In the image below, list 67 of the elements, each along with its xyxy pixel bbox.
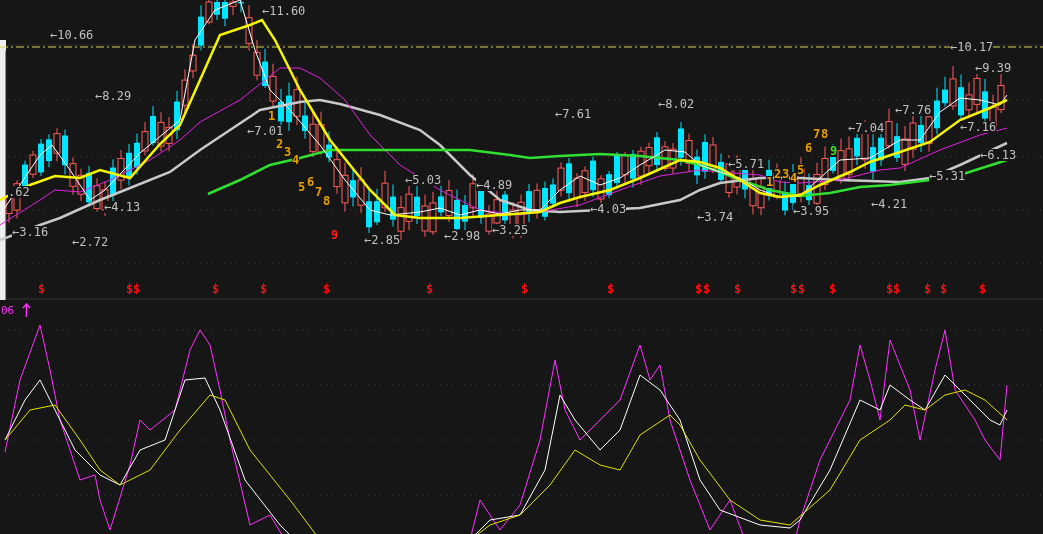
- signal-marker: $: [607, 283, 615, 295]
- price-label: ←7.76: [895, 104, 932, 116]
- price-label: ←7.04: [848, 122, 885, 134]
- signal-marker: $: [829, 283, 837, 295]
- signal-marker: $: [212, 283, 220, 295]
- sequence-number: 4: [790, 172, 798, 184]
- sequence-number: 8: [821, 128, 829, 140]
- sequence-number: 7: [813, 128, 821, 140]
- price-label: ←5.03: [405, 174, 442, 186]
- price-label: ←4.89: [476, 179, 513, 191]
- signal-marker: $: [133, 283, 141, 295]
- sequence-number: 8: [323, 195, 331, 207]
- sequence-number: 3: [284, 146, 292, 158]
- price-label: ←5.31: [929, 170, 966, 182]
- price-label: ←2.98: [444, 230, 481, 242]
- price-label: ←3.25: [492, 224, 529, 236]
- sequence-number: 7: [315, 186, 323, 198]
- price-label: ←7.61: [555, 108, 592, 120]
- sequence-number: 9: [830, 145, 838, 157]
- price-label: ←3.95: [793, 205, 830, 217]
- signal-marker: $: [426, 283, 434, 295]
- signal-marker: $: [323, 283, 331, 295]
- signal-marker: $: [703, 283, 711, 295]
- signal-marker: $: [924, 283, 932, 295]
- price-label: ←2.85: [364, 234, 401, 246]
- sequence-number: 5: [797, 164, 805, 176]
- sequence-number: 2: [276, 138, 284, 150]
- sequence-number: 1: [268, 110, 276, 122]
- price-label: ←7.16: [960, 121, 997, 133]
- price-label: ←10.66: [50, 29, 94, 41]
- sequence-number: 2: [774, 168, 782, 180]
- price-label: ←3.16: [12, 226, 49, 238]
- price-label: ←3.74: [697, 211, 734, 223]
- price-label: ←4.21: [871, 198, 908, 210]
- signal-marker: $: [38, 283, 46, 295]
- price-label: ←4.03: [590, 203, 627, 215]
- sequence-number: 9: [331, 229, 339, 241]
- signal-marker: $: [893, 283, 901, 295]
- signal-marker: $: [790, 283, 798, 295]
- up-arrow-icon: [22, 303, 31, 317]
- signal-marker: $: [260, 283, 268, 295]
- sequence-number: 6: [805, 142, 813, 154]
- sequence-number: 4: [292, 154, 300, 166]
- price-label: ←4.13: [104, 201, 141, 213]
- price-label: ←11.60: [262, 5, 306, 17]
- signal-marker: $: [886, 283, 894, 295]
- price-label: ←7.01: [247, 125, 284, 137]
- sequence-number: 3: [782, 168, 790, 180]
- price-label: ←8.29: [95, 90, 132, 102]
- price-label: ←5.71: [728, 158, 765, 170]
- price-label: ←2.72: [72, 236, 109, 248]
- indicator-label: 06: [1, 305, 15, 316]
- signal-marker: $: [979, 283, 987, 295]
- price-label: ←6.13: [980, 149, 1017, 161]
- signal-marker: $: [798, 283, 806, 295]
- price-label: ←9.39: [975, 62, 1012, 74]
- signal-marker: $: [734, 283, 742, 295]
- signal-marker: $: [940, 283, 948, 295]
- price-label: .62: [8, 186, 30, 198]
- sequence-number: 5: [298, 181, 306, 193]
- sequence-number: 1: [766, 176, 774, 188]
- signal-marker: $: [695, 283, 703, 295]
- sequence-number: 6: [307, 176, 315, 188]
- signal-marker: $: [521, 283, 529, 295]
- price-label: ←10.17: [950, 41, 994, 53]
- price-label: ←8.02: [658, 98, 695, 110]
- signal-marker: $: [126, 283, 134, 295]
